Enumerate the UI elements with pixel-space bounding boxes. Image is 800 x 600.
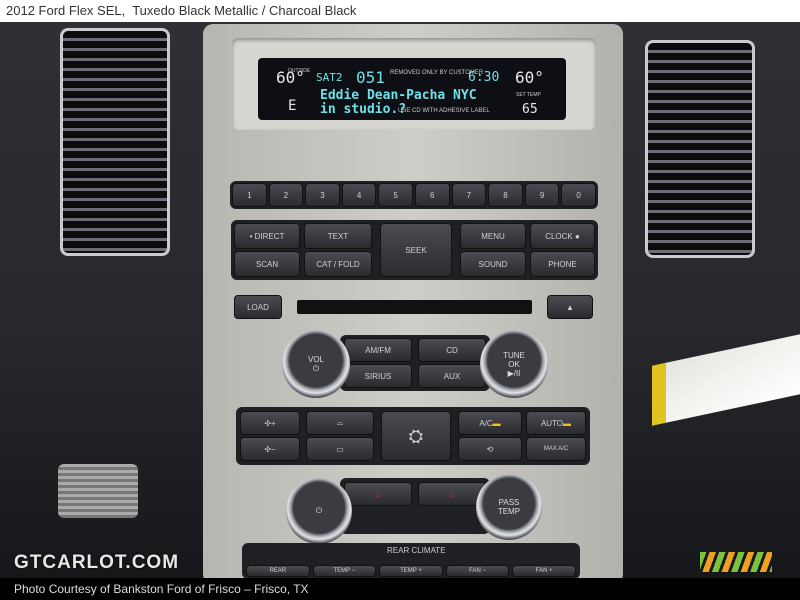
preset-6[interactable]: 6 [414,183,450,207]
fan-icon: ✣ [264,418,272,428]
ok-label: OK [508,359,520,369]
driver-heated-seat-button[interactable]: ♨ [344,482,412,506]
sirius-button[interactable]: SIRIUS [344,364,412,388]
outside-label: OUTSIDE [288,68,311,74]
clock-button[interactable]: CLOCK ● [530,223,595,249]
preset-4[interactable]: 4 [341,183,377,207]
passenger-temp-knob[interactable]: PASS TEMP [476,474,542,540]
fan-icon: ✣ [264,444,272,454]
eject-button[interactable]: ▲ [547,295,593,319]
preset-1[interactable]: 1 [232,183,267,207]
preset-9[interactable]: 9 [524,183,560,207]
compass: E [288,98,297,114]
phone-button[interactable]: PHONE [530,251,595,277]
cd-slot [297,300,532,314]
rear-fan-down-button[interactable]: FAN − [445,565,510,577]
set-temp-bottom: 65 [522,102,538,117]
vol-label: VOL [307,354,324,364]
menu-button[interactable]: MENU [460,223,526,249]
auto-label: AUTO [540,418,564,428]
rear-temp-down-button[interactable]: TEMP − [312,565,377,577]
driver-temp-knob[interactable]: ⏻ [286,478,352,544]
rear-button[interactable]: REAR [246,565,310,577]
rear-fan-up-button[interactable]: FAN + [512,565,576,577]
preset-8[interactable]: 8 [488,183,523,207]
load-button[interactable]: LOAD [234,295,282,319]
watermark: GTCARLOT.COM [14,552,180,573]
channel-number: 051 [356,68,385,87]
right-air-vent [645,40,755,258]
aux-button[interactable]: AUX [418,364,486,388]
auto-button[interactable]: AUTO ▬ [526,411,586,435]
preset-5[interactable]: 5 [378,183,413,207]
recirculation-icon: ⟲ [486,444,494,454]
power-icon: ⏻ [315,506,323,515]
recirculation-button[interactable]: ⟲ [458,437,522,461]
fan-down-label: − [271,444,276,454]
preset-3[interactable]: 3 [305,183,340,207]
seated-person-icon: ⛭ [408,425,424,446]
am-fm-button[interactable]: AM/FM [344,338,412,362]
ac-label: A/C [479,418,493,428]
direct-button[interactable]: • DIRECT [234,223,300,249]
seek-pad[interactable]: SEEK [380,223,452,277]
heated-seat-icon: ♨ [374,489,382,499]
song-text: in studio.? [320,102,407,117]
defrost-icon: ⌓ [336,418,344,427]
clock: 6:30 [468,70,500,85]
photo-credit: Photo Courtesy of Bankston Ford of Frisc… [0,578,800,600]
heated-seat-icon: ♨ [448,489,456,499]
brake-pedal [58,464,138,518]
preset-2[interactable]: 2 [268,183,304,207]
set-temp: 60° [515,68,544,87]
preset-0[interactable]: 0 [561,183,596,207]
rear-defrost-button[interactable]: ▭ [306,437,374,461]
text-button[interactable]: TEXT [304,223,372,249]
power-icon: ⏻ [312,363,320,373]
rear-temp-up-button[interactable]: TEMP + [379,565,443,577]
cat-fold-button[interactable]: CAT / FOLD [304,251,372,277]
notice-bottom: USE CD WITH ADHESIVE LABEL [398,108,490,114]
rear-climate-panel: REAR CLIMATE REAR TEMP − TEMP + FAN − FA… [242,543,580,579]
pass-temp-label: PASS TEMP [497,498,521,516]
ac-button[interactable]: A/C ▬ [458,411,522,435]
rear-defrost-icon: ▭ [336,444,344,454]
sound-button[interactable]: SOUND [460,251,526,277]
fan-up-label: + [271,418,276,428]
title-bar: 2012 Ford Flex SEL, Tuxedo Black Metalli… [0,0,800,22]
logo-stripes [700,552,772,572]
seek-label: SEEK [405,245,427,255]
preset-7[interactable]: 7 [451,183,487,207]
play-pause-label: ▶/II [507,368,521,378]
rear-climate-label: REAR CLIMATE [387,546,446,555]
fan-up-button[interactable]: ✣ + [240,411,300,435]
volume-knob[interactable]: VOL ⏻ [282,330,350,398]
preset-buttons: 1 2 3 4 5 6 7 8 9 0 [230,181,598,209]
tune-label: TUNE [503,350,525,360]
band-label: SAT2 [316,71,343,84]
left-air-vent [60,28,170,256]
front-defrost-button[interactable]: ⌓ [306,411,374,435]
tune-knob[interactable]: TUNE OK ▶/II [480,330,548,398]
radio-display: 60° OUTSIDE SAT2 051 REMOVED ONLY BY CUS… [258,58,566,120]
scan-button[interactable]: SCAN [234,251,300,277]
max-ac-button[interactable]: MAX A/C [526,437,586,461]
fan-down-button[interactable]: ✣ − [240,437,300,461]
cd-button[interactable]: CD [418,338,486,362]
airflow-mode-button[interactable]: ⛭ [381,411,451,461]
artist-text: Eddie Dean-Pacha NYC [320,88,477,103]
set-temp-label: SET TEMP [516,92,541,98]
